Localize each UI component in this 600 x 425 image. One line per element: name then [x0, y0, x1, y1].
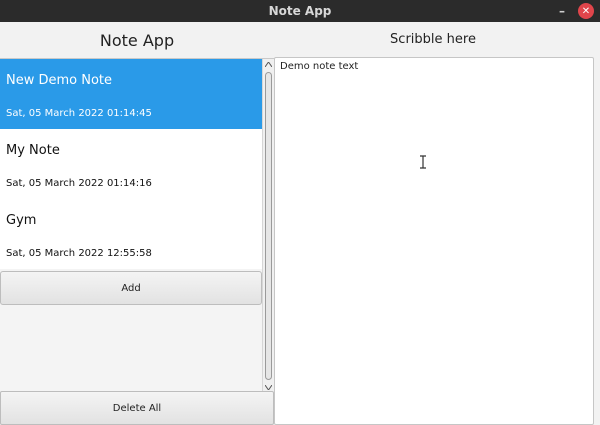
list-item[interactable]: My Note Sat, 05 March 2022 01:14:16 — [0, 129, 262, 199]
note-date: Sat, 05 March 2022 01:14:45 — [6, 108, 152, 119]
editor-heading: Scribble here — [390, 31, 476, 47]
window-titlebar: Note App – ✕ — [0, 0, 600, 22]
note-title: Gym — [6, 213, 37, 228]
list-scrollbar[interactable] — [262, 59, 274, 393]
scroll-thumb[interactable] — [265, 72, 272, 380]
window-title: Note App — [268, 4, 332, 18]
notes-list[interactable]: New Demo Note Sat, 05 March 2022 01:14:4… — [0, 58, 274, 393]
add-button[interactable]: Add — [0, 271, 262, 305]
minimize-icon[interactable]: – — [554, 3, 570, 19]
list-item[interactable]: Gym Sat, 05 March 2022 12:55:58 — [0, 199, 262, 269]
note-title: My Note — [6, 143, 60, 158]
note-date: Sat, 05 March 2022 12:55:58 — [6, 248, 152, 259]
notes-panel: Note App New Demo Note Sat, 05 March 202… — [0, 22, 274, 425]
note-text-area[interactable]: Demo note text — [274, 57, 594, 425]
note-text: Demo note text — [280, 61, 359, 72]
note-title: New Demo Note — [6, 73, 113, 88]
delete-all-button[interactable]: Delete All — [0, 391, 274, 425]
app-heading: Note App — [99, 30, 175, 50]
editor-panel: Scribble here Demo note text — [274, 22, 600, 425]
note-date: Sat, 05 March 2022 01:14:16 — [6, 178, 152, 189]
scroll-up-icon[interactable] — [263, 59, 274, 70]
text-cursor-icon — [420, 155, 426, 169]
list-item[interactable]: New Demo Note Sat, 05 March 2022 01:14:4… — [0, 59, 262, 129]
close-icon[interactable]: ✕ — [578, 3, 594, 19]
